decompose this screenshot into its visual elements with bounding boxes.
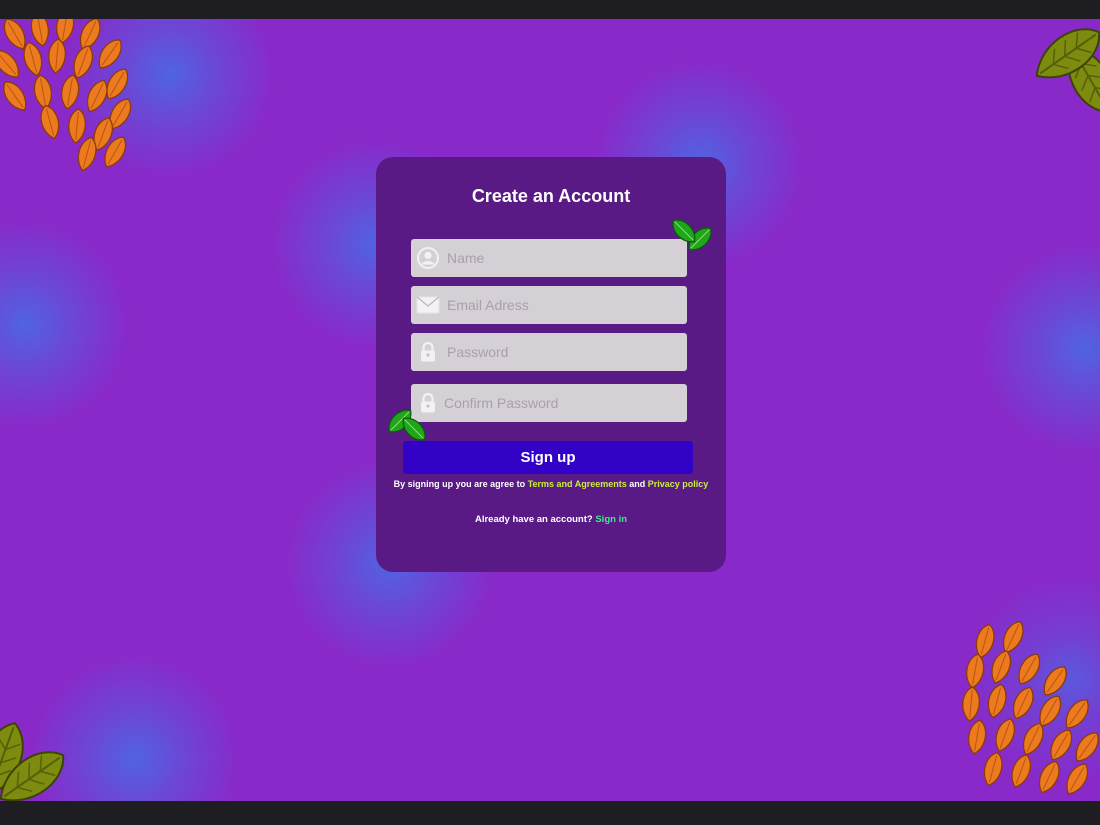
- orange-leaves-bottom-right: [960, 619, 1100, 799]
- password-field[interactable]: [411, 333, 687, 371]
- signin-text: Already have an account? Sign in: [376, 514, 726, 525]
- email-field[interactable]: [411, 286, 687, 324]
- confirm-password-field[interactable]: [411, 384, 687, 422]
- signin-prefix: Already have an account?: [474, 514, 593, 525]
- privacy-policy-link[interactable]: Privacy policy: [648, 479, 709, 489]
- envelope-icon: [416, 293, 440, 317]
- email-input[interactable]: [447, 290, 677, 320]
- background: Create an Account Name Email Adress Sign…: [0, 19, 1100, 801]
- olive-leaves-top-right: [1025, 19, 1100, 114]
- user-icon: [416, 246, 440, 270]
- lock-icon: [416, 340, 440, 364]
- password-input[interactable]: [447, 337, 677, 367]
- terms-prefix: By signing up you are agree to: [393, 479, 526, 489]
- sign-in-link[interactable]: Sign in: [595, 514, 627, 525]
- terms-text: By signing up you are agree to Terms and…: [376, 479, 726, 489]
- terms-and: and: [629, 479, 646, 489]
- sign-up-button[interactable]: Sign up: [403, 441, 693, 474]
- terms-link[interactable]: Terms and Agreements: [528, 479, 627, 489]
- name-input[interactable]: [447, 243, 677, 273]
- green-leaves-top-right: [670, 215, 717, 256]
- signup-card: Create an Account Name Email Adress Sign…: [376, 157, 726, 572]
- name-field[interactable]: [411, 239, 687, 277]
- confirm-password-input[interactable]: [444, 388, 674, 418]
- card-title: Create an Account: [471, 186, 631, 206]
- orange-leaves-top-left: [0, 19, 137, 174]
- olive-leaves-bottom-left: [0, 719, 75, 801]
- green-leaves-left: [383, 404, 430, 445]
